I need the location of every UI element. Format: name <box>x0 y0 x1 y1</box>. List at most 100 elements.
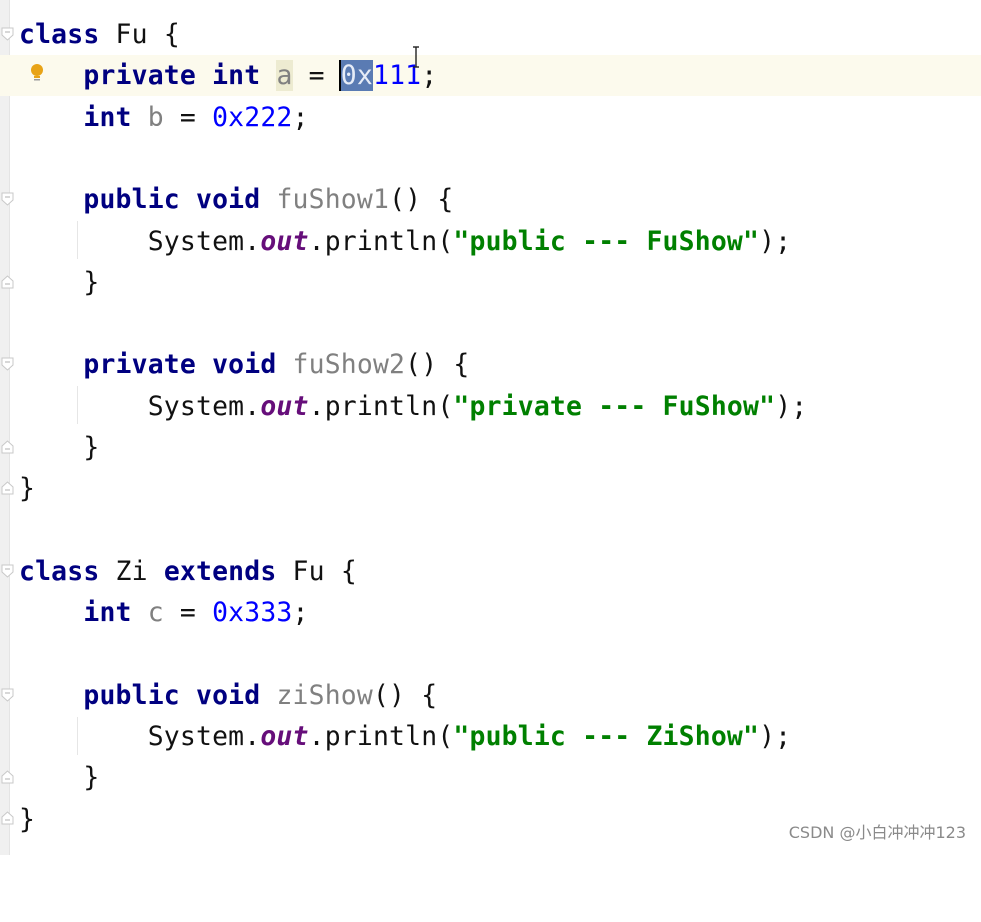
static-field: out <box>260 390 309 422</box>
brace: { <box>147 19 180 50</box>
fold-end-marker-icon[interactable] <box>1 275 14 289</box>
method-name: ziShow <box>276 679 373 711</box>
fold-end-marker-icon[interactable] <box>1 440 14 454</box>
keyword: private <box>83 349 196 381</box>
code-line-current[interactable]: private int a = 0x111; <box>0 55 981 97</box>
method-call: .println( <box>308 225 454 257</box>
string-literal: "public --- FuShow" <box>453 225 760 257</box>
brace: } <box>83 432 100 463</box>
parens-brace: () { <box>372 679 438 711</box>
variable-name[interactable]: a <box>276 60 293 92</box>
statement-end: ); <box>759 225 792 257</box>
code-line[interactable]: int c = 0x333; <box>0 592 981 633</box>
code-line[interactable]: System.out.println("public --- FuShow"); <box>0 221 981 262</box>
statement-end: ); <box>775 390 808 422</box>
keyword: int <box>212 60 261 92</box>
keyword: public <box>83 679 180 711</box>
class-ref: System. <box>147 390 261 422</box>
code-line[interactable]: int b = 0x222; <box>0 97 981 138</box>
text-cursor-icon <box>411 46 421 68</box>
fold-marker-icon[interactable] <box>1 27 14 41</box>
static-field: out <box>260 225 309 257</box>
code-line[interactable]: } <box>0 262 981 303</box>
fold-marker-icon[interactable] <box>1 357 14 371</box>
operator: = <box>163 101 213 133</box>
code-line[interactable]: } <box>0 757 981 798</box>
brace: } <box>83 762 100 794</box>
keyword: class <box>19 19 100 50</box>
keyword: void <box>212 349 277 381</box>
code-line[interactable]: } <box>0 427 981 468</box>
fold-end-marker-icon[interactable] <box>1 481 14 495</box>
code-line[interactable]: } <box>0 468 981 509</box>
class-name: Zi <box>115 555 148 587</box>
brace: { <box>324 555 357 587</box>
keyword: public <box>83 184 180 216</box>
operator: = <box>292 60 341 92</box>
brace: } <box>83 266 100 298</box>
code-line[interactable]: System.out.println("public --- ZiShow"); <box>0 716 981 757</box>
brace: } <box>19 803 36 835</box>
fold-end-marker-icon[interactable] <box>1 770 14 784</box>
code-line[interactable]: class Zi extends Fu { <box>0 551 981 592</box>
keyword: int <box>83 101 132 133</box>
fold-marker-icon[interactable] <box>1 688 14 702</box>
semicolon: ; <box>292 101 309 133</box>
watermark: CSDN @小白冲冲冲123 <box>788 823 966 842</box>
keyword: void <box>195 184 261 216</box>
parens-brace: () { <box>389 184 454 216</box>
code-line[interactable]: class Fu { <box>0 14 981 55</box>
number-literal: 0x222 <box>212 101 293 133</box>
statement-end: ); <box>759 721 792 753</box>
selected-text[interactable]: 0x <box>340 60 373 92</box>
code-line[interactable]: System.out.println("private --- FuShow")… <box>0 386 981 427</box>
class-name: Fu <box>292 555 325 587</box>
fold-marker-icon[interactable] <box>1 564 14 578</box>
keyword: extends <box>163 555 277 587</box>
code-line[interactable]: public void fuShow1() { <box>0 179 981 220</box>
fold-marker-icon[interactable] <box>1 192 14 206</box>
method-call: .println( <box>308 390 454 422</box>
method-name: fuShow1 <box>276 184 390 216</box>
variable-name: b <box>147 101 164 133</box>
indent-guide <box>77 717 78 755</box>
brace: } <box>19 473 36 505</box>
class-ref: System. <box>147 225 261 257</box>
class-ref: System. <box>147 721 261 753</box>
code-line[interactable]: public void ziShow() { <box>0 675 981 716</box>
string-literal: "private --- FuShow" <box>453 390 776 422</box>
indent-guide <box>77 386 78 424</box>
number-literal: 0x333 <box>212 597 293 629</box>
keyword: int <box>83 597 132 629</box>
static-field: out <box>260 721 309 753</box>
method-call: .println( <box>308 721 454 753</box>
class-name: Fu <box>115 19 148 50</box>
code-line[interactable]: private void fuShow2() { <box>0 344 981 385</box>
fold-end-marker-icon[interactable] <box>1 811 14 825</box>
string-literal: "public --- ZiShow" <box>453 721 760 753</box>
indent-guide <box>77 221 78 259</box>
lightbulb-icon[interactable] <box>29 63 45 85</box>
operator: = <box>163 597 213 629</box>
method-name: fuShow2 <box>292 349 406 381</box>
semicolon: ; <box>292 597 309 629</box>
parens-brace: () { <box>405 349 470 381</box>
keyword: class <box>19 555 100 587</box>
keyword: void <box>195 679 261 711</box>
keyword: private <box>83 60 196 92</box>
semicolon: ; <box>421 60 438 92</box>
variable-name: c <box>147 597 164 629</box>
